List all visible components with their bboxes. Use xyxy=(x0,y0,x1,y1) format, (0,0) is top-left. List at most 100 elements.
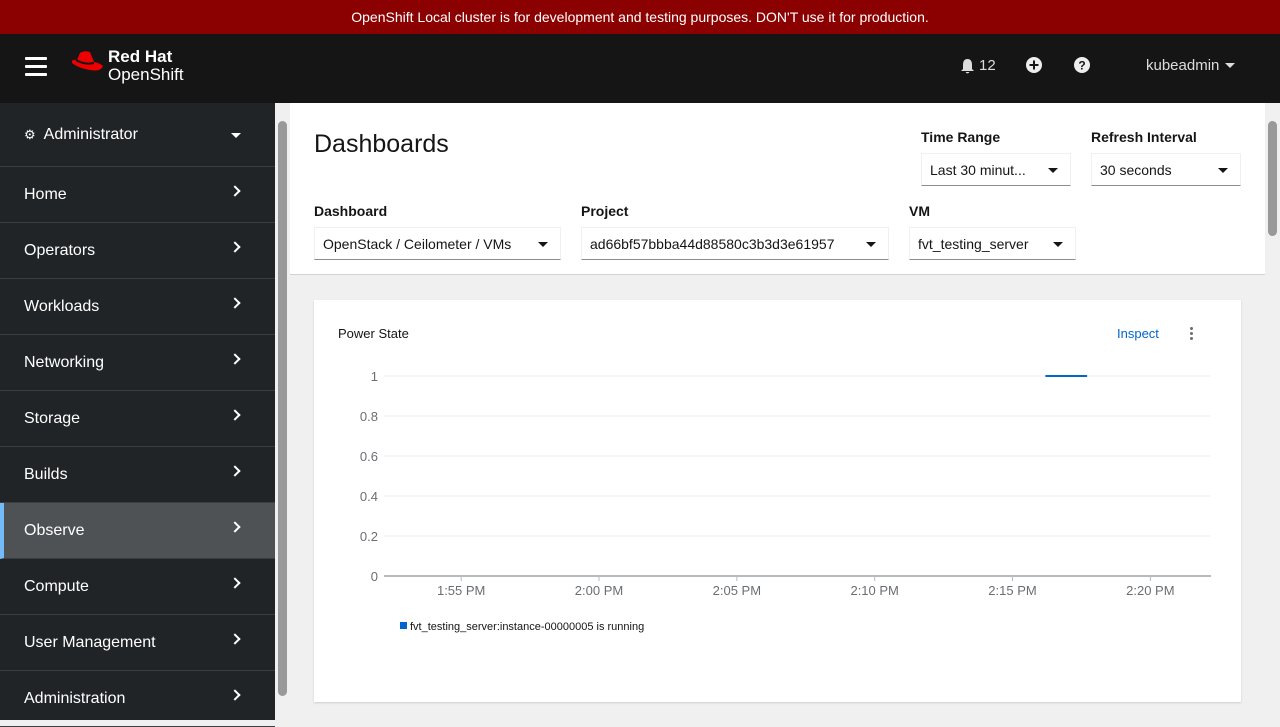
x-tick-label: 2:15 PM xyxy=(988,583,1036,598)
chevron-right-icon xyxy=(229,409,241,421)
chevron-right-icon xyxy=(229,297,241,309)
chevron-right-icon xyxy=(229,465,241,477)
data-point xyxy=(1045,375,1047,377)
time-range-label: Time Range xyxy=(921,129,1001,145)
x-tick-label: 2:05 PM xyxy=(713,583,761,598)
power-state-chart: 0 0.2 0.4 0.6 0.8 1 1:55 PM 2:00 PM 2:05 PM 2:10 … xyxy=(360,369,1211,633)
vm-select[interactable]: fvt_testing_server xyxy=(909,227,1076,260)
sidebar-item-label: Compute xyxy=(24,577,89,595)
sidebar-item-label: Storage xyxy=(24,409,81,427)
power-state-card: Power State Inspect 0 0.2 0.4 0.6 0.8 1 1:55 P… xyxy=(314,300,1241,702)
dev-cluster-banner: OpenShift Local cluster is for developme… xyxy=(0,0,1280,34)
sidebar-item-networking[interactable]: Networking xyxy=(0,335,275,391)
project-label: Project xyxy=(581,203,629,219)
chevron-right-icon xyxy=(229,577,241,589)
notification-count: 12 xyxy=(979,57,996,74)
dashboard-select[interactable]: OpenStack / Ceilometer / VMs xyxy=(314,227,561,260)
sidebar-item-user-management[interactable]: User Management xyxy=(0,615,275,671)
x-tick-label: 2:20 PM xyxy=(1126,583,1174,598)
redhat-hat-icon xyxy=(71,51,103,71)
main-content: Dashboards Time Range Last 30 minut... R… xyxy=(290,103,1265,720)
sidebar-item-label: User Management xyxy=(24,633,156,651)
data-point xyxy=(1086,375,1088,377)
project-select[interactable]: ad66bf57bbba44d88580c3b3d3e61957 xyxy=(581,227,889,260)
y-tick-label: 0.4 xyxy=(360,489,378,504)
quick-create-button[interactable] xyxy=(1026,57,1042,73)
refresh-interval-select[interactable]: 30 seconds xyxy=(1091,153,1241,186)
chevron-right-icon xyxy=(229,185,241,197)
sidebar-item-storage[interactable]: Storage xyxy=(0,391,275,447)
sidebar-item-label: Administration xyxy=(24,689,126,707)
y-tick-label: 0 xyxy=(371,569,378,584)
user-menu[interactable]: kubeadmin xyxy=(1146,57,1236,74)
time-range-select[interactable]: Last 30 minut... xyxy=(921,153,1071,186)
sidebar-item-home[interactable]: Home xyxy=(0,167,275,223)
caret-down-icon xyxy=(1218,168,1228,173)
sidebar-item-label: Networking xyxy=(24,353,105,371)
bell-icon xyxy=(961,58,974,73)
time-range-value: Last 30 minut... xyxy=(930,162,1026,178)
sidebar-item-observe[interactable]: Observe xyxy=(0,503,275,559)
y-tick-label: 0.2 xyxy=(360,529,378,544)
plus-circle-icon xyxy=(1026,57,1042,73)
legend-label: fvt_testing_server:instance-00000005 is … xyxy=(410,621,644,633)
vm-value: fvt_testing_server xyxy=(918,236,1029,252)
chevron-right-icon xyxy=(229,689,241,701)
question-circle-icon: ? xyxy=(1074,57,1090,73)
legend-swatch xyxy=(400,622,407,629)
page-scrollbar[interactable] xyxy=(1265,103,1280,720)
vm-label: VM xyxy=(909,203,930,219)
chevron-right-icon xyxy=(229,521,241,533)
y-tick-label: 1 xyxy=(371,369,378,384)
notifications-button[interactable]: 12 xyxy=(960,57,996,74)
refresh-interval-value: 30 seconds xyxy=(1100,162,1172,178)
y-tick-label: 0.8 xyxy=(360,409,378,424)
chevron-right-icon xyxy=(229,353,241,365)
sidebar-item-builds[interactable]: Builds xyxy=(0,447,275,503)
dashboard-label: Dashboard xyxy=(314,203,388,219)
help-button[interactable]: ? xyxy=(1074,57,1090,73)
x-tick-label: 1:55 PM xyxy=(437,583,485,598)
caret-down-icon xyxy=(231,133,241,138)
caret-down-icon xyxy=(1225,63,1236,68)
caret-down-icon xyxy=(1048,168,1058,173)
sidebar-item-label: Observe xyxy=(24,521,85,539)
cogs-icon: ⚙ xyxy=(24,126,36,142)
username: kubeadmin xyxy=(1146,57,1220,74)
brand-line2: OpenShift xyxy=(108,65,184,84)
caret-down-icon xyxy=(1053,242,1063,247)
sidebar-item-operators[interactable]: Operators xyxy=(0,223,275,279)
dashboard-header: Dashboards Time Range Last 30 minut... R… xyxy=(290,103,1265,275)
sidebar-item-administration[interactable]: Administration xyxy=(0,671,275,727)
hamburger-menu-button[interactable] xyxy=(25,57,47,77)
sidebar-item-label: Builds xyxy=(24,465,68,483)
data-point xyxy=(1058,375,1060,377)
sidebar-item-label: Operators xyxy=(24,241,96,259)
brand-line1: Red Hat xyxy=(108,47,173,66)
sidebar-item-workloads[interactable]: Workloads xyxy=(0,279,275,335)
card-title: Power State xyxy=(338,326,409,341)
perspective-label: Administrator xyxy=(43,125,138,143)
refresh-interval-label: Refresh Interval xyxy=(1091,129,1197,145)
data-point xyxy=(1072,375,1074,377)
x-tick-label: 2:10 PM xyxy=(850,583,898,598)
redhat-openshift-logo[interactable]: Red Hat OpenShift xyxy=(70,48,184,84)
sidebar-item-label: Workloads xyxy=(24,297,100,315)
sidebar-scrollbar[interactable] xyxy=(275,103,290,720)
masthead: Red Hat OpenShift 12 ? kubeadmin xyxy=(0,34,1280,103)
chevron-right-icon xyxy=(229,633,241,645)
inspect-link[interactable]: Inspect xyxy=(1117,326,1159,341)
chevron-right-icon xyxy=(229,241,241,253)
svg-text:?: ? xyxy=(1078,59,1085,73)
sidebar: ⚙ Administrator Home Operators Workloads Ne… xyxy=(0,103,275,727)
sidebar-item-label: Home xyxy=(24,185,67,203)
y-tick-label: 0.6 xyxy=(360,449,378,464)
caret-down-icon xyxy=(538,242,548,247)
perspective-switcher[interactable]: ⚙ Administrator xyxy=(0,103,275,167)
sidebar-item-compute[interactable]: Compute xyxy=(0,559,275,615)
page-title: Dashboards xyxy=(314,130,449,158)
project-value: ad66bf57bbba44d88580c3b3d3e61957 xyxy=(590,236,835,252)
kebab-menu-icon[interactable] xyxy=(1190,327,1196,342)
x-tick-label: 2:00 PM xyxy=(575,583,623,598)
caret-down-icon xyxy=(866,242,876,247)
